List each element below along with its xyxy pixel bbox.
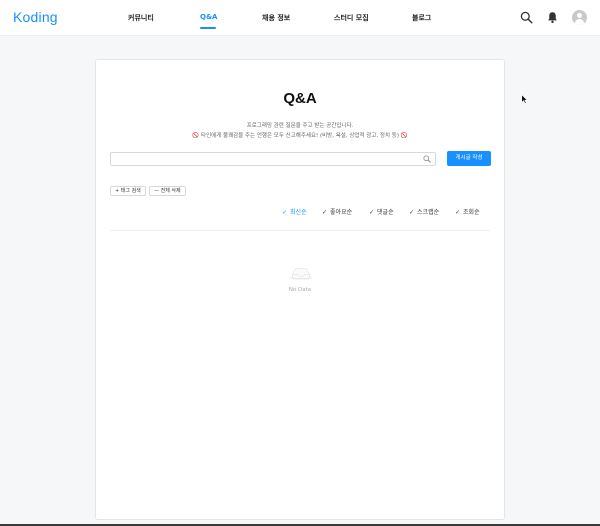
nav-qna[interactable]: Q&A [200,13,217,21]
search-icon[interactable] [423,155,431,163]
tag-search-button[interactable]: + 태그 검색 [110,186,146,196]
check-icon: ✓ [455,209,461,216]
write-post-button[interactable]: 게시글 작성 [447,151,491,166]
bell-icon[interactable] [546,11,559,24]
avatar-head [577,13,582,18]
check-icon: ✓ [282,209,288,216]
search-box [110,152,436,166]
nav-blog[interactable]: 블로그 [412,13,431,23]
list-divider [110,230,490,231]
clear-all-button[interactable]: — 전체 삭제 [149,186,186,196]
empty-inbox-icon [289,268,313,280]
sort-label: 댓글순 [377,209,394,216]
top-navigation-bar: Koding 커뮤니티 Q&A 채용 정보 스터디 모집 블로그 [0,0,600,36]
check-icon: ✓ [369,209,375,216]
nav-community[interactable]: 커뮤니티 [128,13,154,23]
search-icon[interactable] [520,11,533,24]
search-input[interactable] [111,153,421,165]
mouse-cursor-icon [521,94,528,104]
sort-comments[interactable]: ✓ 댓글순 [369,207,394,216]
page-description: 프로그래밍 관련 질문을 주고 받는 공간입니다. [246,123,354,129]
nav-jobs[interactable]: 채용 정보 [262,13,290,23]
sort-views[interactable]: ✓ 조회순 [455,207,480,216]
empty-state-text: No Data [288,287,312,293]
sort-label: 최신순 [290,209,307,216]
page-title: Q&A [283,90,317,107]
avatar[interactable] [572,10,587,25]
sort-label: 좋아요순 [330,209,353,216]
sort-label: 조회순 [463,209,480,216]
sort-likes[interactable]: ✓ 좋아요순 [322,207,352,216]
sort-label: 스크랩순 [417,209,440,216]
nav-study[interactable]: 스터디 모집 [334,13,369,23]
check-icon: ✓ [322,209,328,216]
sort-scraps[interactable]: ✓ 스크랩순 [409,207,439,216]
qna-card: Q&A 프로그래밍 관련 질문을 주고 받는 공간입니다. 🚫 타인에게 불쾌감… [95,59,505,520]
logo[interactable]: Koding [13,9,58,25]
sort-latest[interactable]: ✓ 최신순 [282,207,307,216]
page-warning: 🚫 타인에게 불쾌감을 주는 언행은 모두 신고해주세요! (비방, 욕설, 상… [192,133,408,139]
avatar-body [575,19,584,25]
active-nav-indicator [200,27,216,29]
check-icon: ✓ [409,209,415,216]
